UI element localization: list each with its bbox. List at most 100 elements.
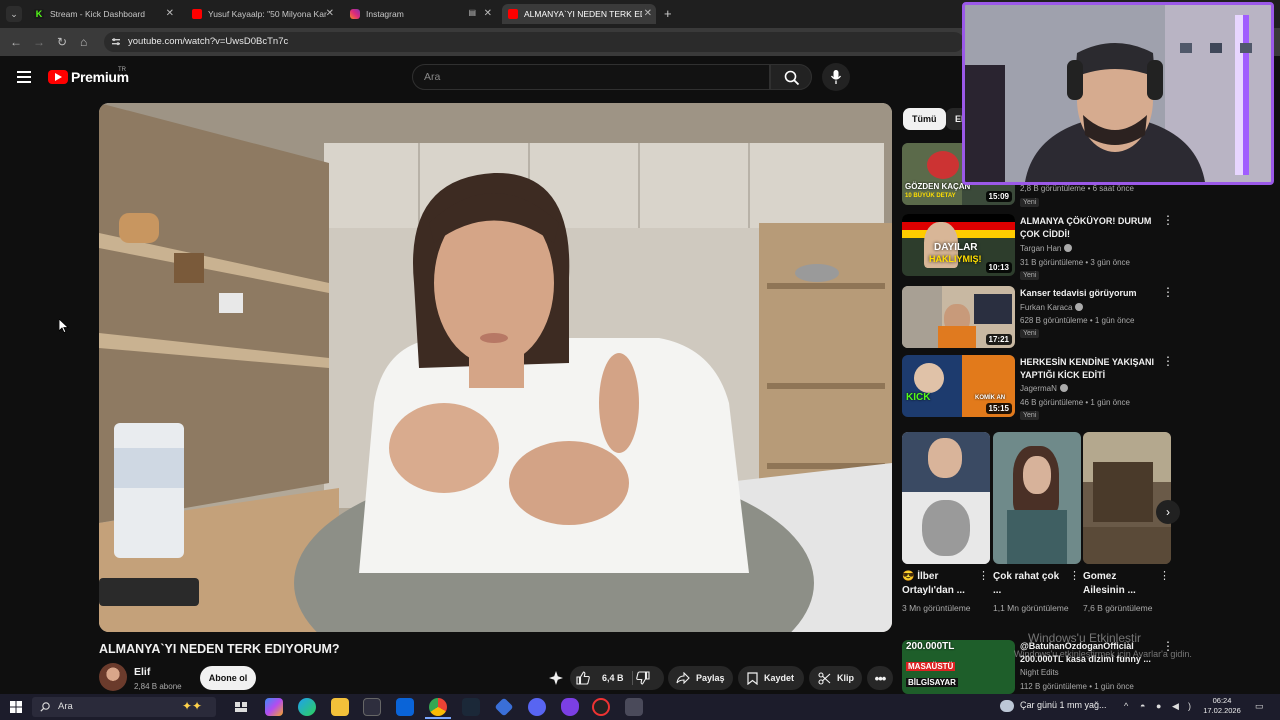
microphone-icon[interactable]: ● xyxy=(1156,701,1166,711)
app-icon[interactable] xyxy=(625,698,643,716)
windows-taskbar: Ara ✦✦ Çar günü 1 mm yağ... ^ ◓ ● ◀ ) 06… xyxy=(0,694,1280,720)
list-item[interactable]: KICK KOMİK AN 15:15 HERKESİN KENDİNE YAK… xyxy=(902,355,1182,425)
outlook-icon[interactable] xyxy=(396,698,414,716)
tab-yusuf-kayaalp[interactable]: Yusuf Kayaalp: "50 Milyona Kar ✕ xyxy=(186,4,338,24)
network-icon[interactable]: ◓ xyxy=(1140,701,1150,711)
back-icon[interactable]: ← xyxy=(10,35,22,49)
steam-icon[interactable] xyxy=(462,698,480,716)
save-button[interactable]: Kaydet xyxy=(738,666,804,690)
video-thumbnail[interactable]: 200.000TL MASAÜSTÜ BİLGİSAYAR xyxy=(902,640,1015,694)
chip-all[interactable]: Tümü xyxy=(903,108,946,130)
channel-name[interactable]: JagermaN xyxy=(1020,384,1068,393)
close-tab-icon[interactable]: ✕ xyxy=(484,8,492,19)
voice-search-button[interactable] xyxy=(822,63,850,91)
new-tab-icon[interactable]: + xyxy=(664,6,672,21)
channel-name[interactable]: Furkan Karaca xyxy=(1020,303,1084,312)
more-vertical-icon[interactable]: ⋮ xyxy=(1162,640,1174,652)
tab-almanya-video[interactable]: ALMANYA`YI NEDEN TERK EDİYO ✕ xyxy=(502,4,656,24)
video-meta: 112 B görüntüleme • 1 gün önce xyxy=(1020,682,1134,691)
video-player[interactable] xyxy=(99,103,892,632)
video-thumbnail[interactable]: KICK KOMİK AN 15:15 xyxy=(902,355,1015,417)
youtube-icon xyxy=(508,9,518,19)
short-title: Çok rahat çok ... xyxy=(993,571,1060,596)
shorts-next-button[interactable]: › xyxy=(1156,500,1180,524)
video-thumbnail[interactable]: 17:21 xyxy=(902,286,1015,348)
like-button[interactable]: 6,4 B xyxy=(570,666,630,690)
thumb-text: BİLGİSAYAR xyxy=(906,678,958,687)
verified-icon xyxy=(1075,303,1084,311)
menu-icon[interactable] xyxy=(17,71,31,83)
more-vertical-icon[interactable]: ⋮ xyxy=(1162,214,1174,226)
weather-text[interactable]: Çar günü 1 mm yağ... xyxy=(1020,700,1107,710)
file-explorer-icon[interactable] xyxy=(331,698,349,716)
share-icon xyxy=(676,672,690,684)
forward-icon[interactable]: → xyxy=(33,35,45,49)
new-badge: Yeni xyxy=(1020,329,1040,338)
reload-icon[interactable]: ↻ xyxy=(57,35,67,49)
short-thumbnail[interactable] xyxy=(1083,432,1171,564)
tab-label: Stream - Kick Dashboard xyxy=(50,9,145,19)
media-icon[interactable]: ▤ xyxy=(468,8,476,17)
speaker-icon[interactable]: ◀ xyxy=(1172,701,1182,711)
windows-start-icon[interactable] xyxy=(10,701,22,713)
home-icon[interactable]: ⌂ xyxy=(80,35,87,49)
tab-kick-dashboard[interactable]: K Stream - Kick Dashboard ✕ xyxy=(28,4,178,24)
tab-search-menu-icon[interactable]: ⌄ xyxy=(6,6,22,22)
channel-name[interactable]: Targan Han xyxy=(1020,244,1073,253)
divider xyxy=(632,671,633,685)
youtube-icon xyxy=(192,9,202,19)
address-bar[interactable]: youtube.com/watch?v=UwsD0BcTn7c xyxy=(104,32,964,52)
sparkle-ask-icon[interactable] xyxy=(549,671,563,685)
close-tab-icon[interactable]: ✕ xyxy=(326,8,334,19)
search-input[interactable]: Ara xyxy=(412,64,770,90)
more-actions-button[interactable]: ••• xyxy=(867,666,893,690)
tab-label: Instagram xyxy=(366,9,404,19)
youtube-logo-icon[interactable] xyxy=(48,70,68,84)
more-vertical-icon[interactable]: ⋮ xyxy=(1069,571,1080,582)
list-item[interactable]: 17:21 Kanser tedavisi görüyorum Furkan K… xyxy=(902,286,1182,350)
instagram-icon xyxy=(350,9,360,19)
edge-icon[interactable] xyxy=(298,698,316,716)
app-icon[interactable] xyxy=(494,697,514,717)
tab-instagram[interactable]: Instagram ▤ ✕ xyxy=(344,4,496,24)
activation-watermark-subtitle: Windows'u etkinleştirmek için Ayarlar'a … xyxy=(1014,649,1192,659)
site-info-icon[interactable] xyxy=(111,37,121,47)
list-item[interactable]: DAYILAR HAKLIYMIŞ! 10:13 ALMANYA ÇÖKÜYOR… xyxy=(902,214,1182,284)
volume-icon[interactable]: ) xyxy=(1188,701,1198,711)
short-thumbnail[interactable] xyxy=(902,432,990,564)
chevron-up-icon[interactable]: ^ xyxy=(1124,701,1134,711)
notifications-icon[interactable]: ▭ xyxy=(1255,701,1269,711)
thumbs-up-icon xyxy=(576,671,590,685)
clock[interactable]: 06:24 17.02.2026 xyxy=(1200,696,1244,716)
short-title: 😎 İlber Ortaylı'dan ... xyxy=(902,571,965,596)
task-view-icon[interactable] xyxy=(232,698,250,716)
dislike-button[interactable] xyxy=(636,671,656,687)
more-vertical-icon[interactable]: ⋮ xyxy=(1162,286,1174,298)
weather-icon xyxy=(1000,700,1014,712)
taskbar-search-input[interactable]: Ara ✦✦ xyxy=(32,697,216,717)
more-vertical-icon[interactable]: ⋮ xyxy=(1159,571,1170,582)
close-tab-icon[interactable]: ✕ xyxy=(644,8,652,19)
search-button[interactable] xyxy=(770,64,812,90)
subscribe-button[interactable]: Abone ol xyxy=(200,666,256,690)
close-tab-icon[interactable]: ✕ xyxy=(166,8,174,19)
video-title: HERKESİN KENDİNE YAKIŞANI YAPTIĞI KİCK E… xyxy=(1020,357,1155,380)
short-views: 3 Mn görüntüleme xyxy=(902,603,971,613)
video-thumbnail[interactable]: DAYILAR HAKLIYMIŞ! 10:13 xyxy=(902,214,1015,276)
channel-name[interactable]: Night Edits xyxy=(1020,668,1059,677)
share-button[interactable]: Paylaş xyxy=(668,666,733,690)
channel-name[interactable]: Elif xyxy=(134,666,150,678)
store-icon[interactable] xyxy=(363,698,381,716)
copilot-icon[interactable] xyxy=(265,698,283,716)
more-vertical-icon[interactable]: ⋮ xyxy=(1162,355,1174,367)
video-duration: 10:13 xyxy=(985,262,1012,273)
obs-icon[interactable] xyxy=(592,698,610,716)
channel-avatar[interactable] xyxy=(99,663,127,691)
discord-icon[interactable] xyxy=(528,698,546,716)
short-thumbnail[interactable] xyxy=(993,432,1081,564)
app-icon[interactable] xyxy=(561,698,579,716)
more-vertical-icon[interactable]: ⋮ xyxy=(978,571,989,582)
chrome-icon[interactable] xyxy=(429,698,447,716)
tab-label: Yusuf Kayaalp: "50 Milyona Kar xyxy=(208,9,327,19)
clip-button[interactable]: Klip xyxy=(809,666,862,690)
